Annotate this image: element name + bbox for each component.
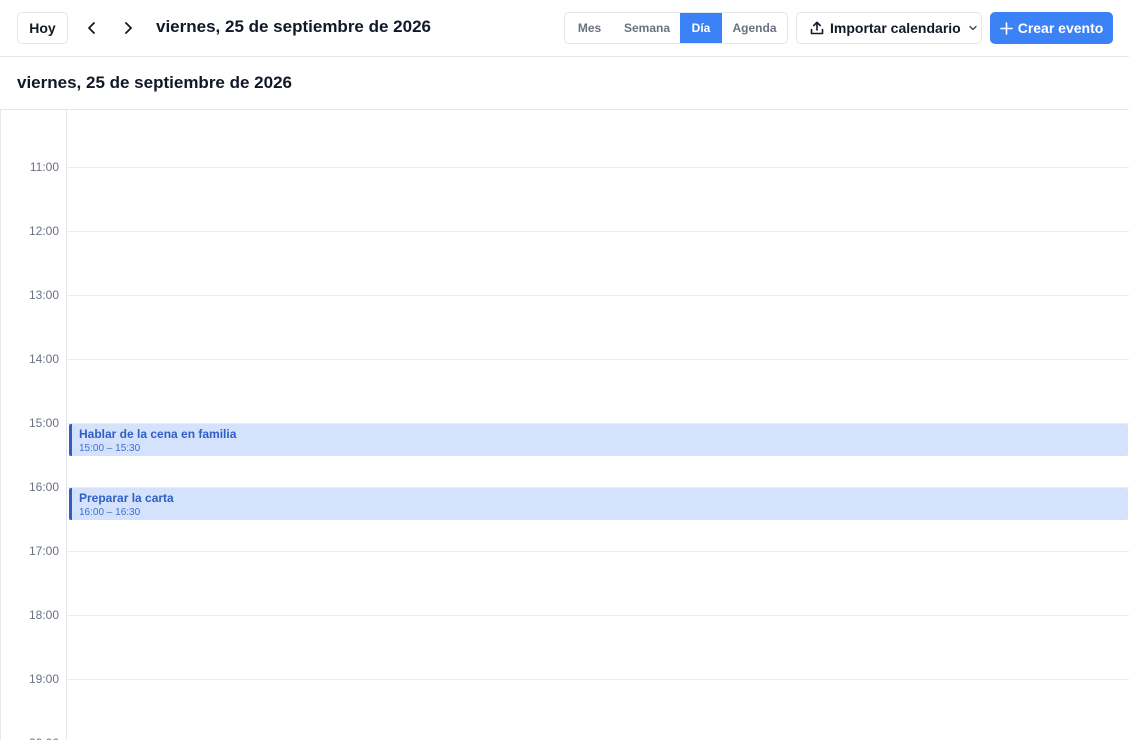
hour-label: 11:00 <box>29 160 59 174</box>
event-title: Hablar de la cena en familia <box>79 427 237 441</box>
next-day-button[interactable] <box>116 14 140 42</box>
upload-icon <box>810 21 824 35</box>
hour-label: 15:00 <box>28 416 59 430</box>
hour-label: 20:00 <box>1 736 59 740</box>
event-time: 16:00 – 16:30 <box>79 507 141 518</box>
day-header: viernes, 25 de septiembre de 2026 <box>0 57 1129 110</box>
day-time-grid[interactable]: 11:00 12:00 13:00 14:00 15:00 16:00 17:00 18:00… <box>0 110 1129 740</box>
view-tab-day[interactable]: Día <box>680 13 722 43</box>
chevron-right-icon <box>125 22 132 34</box>
hour-label: 12:00 <box>28 224 59 238</box>
plus-icon <box>999 21 1013 35</box>
event-time: 15:00 – 15:30 <box>79 443 141 454</box>
import-calendar-button[interactable]: Importar calendario <box>796 12 982 44</box>
hour-label: 14:00 <box>28 352 59 366</box>
import-calendar-label: Importar calendario <box>830 20 961 36</box>
day-header-title: viernes, 25 de septiembre de 2026 <box>17 73 292 92</box>
event-title: Preparar la carta <box>79 491 174 505</box>
view-switcher: Mes Semana Día Agenda <box>564 12 788 44</box>
hour-line <box>67 615 1129 616</box>
chevron-left-icon <box>88 22 95 34</box>
current-date-title: viernes, 25 de septiembre de 2026 <box>156 17 431 36</box>
hour-line <box>67 679 1129 680</box>
previous-day-button[interactable] <box>80 14 104 42</box>
calendar-toolbar: Hoy viernes, 25 de septiembre de 2026 Me… <box>0 0 1129 57</box>
hour-label: 16:00 <box>28 480 59 494</box>
hour-line <box>67 231 1129 232</box>
calendar-event[interactable]: Hablar de la cena en familia 15:00 – 15:3… <box>69 424 1128 456</box>
hour-line <box>67 359 1129 360</box>
time-column-divider <box>66 110 67 740</box>
hour-label: 13:00 <box>28 288 59 302</box>
today-button[interactable]: Hoy <box>17 12 68 44</box>
hour-line <box>67 551 1129 552</box>
create-event-button[interactable]: Crear evento <box>990 12 1113 44</box>
view-tab-agenda[interactable]: Agenda <box>722 13 787 43</box>
hour-label: 17:00 <box>28 544 59 558</box>
view-tab-month[interactable]: Mes <box>565 13 614 43</box>
calendar-event[interactable]: Preparar la carta 16:00 – 16:30 <box>69 488 1128 520</box>
hour-line <box>67 295 1129 296</box>
chevron-down-icon <box>969 25 977 31</box>
hour-line <box>67 167 1129 168</box>
hour-label: 18:00 <box>28 608 59 622</box>
create-event-label: Crear evento <box>1017 20 1104 36</box>
hour-label: 19:00 <box>28 672 59 686</box>
view-tab-week[interactable]: Semana <box>614 13 680 43</box>
